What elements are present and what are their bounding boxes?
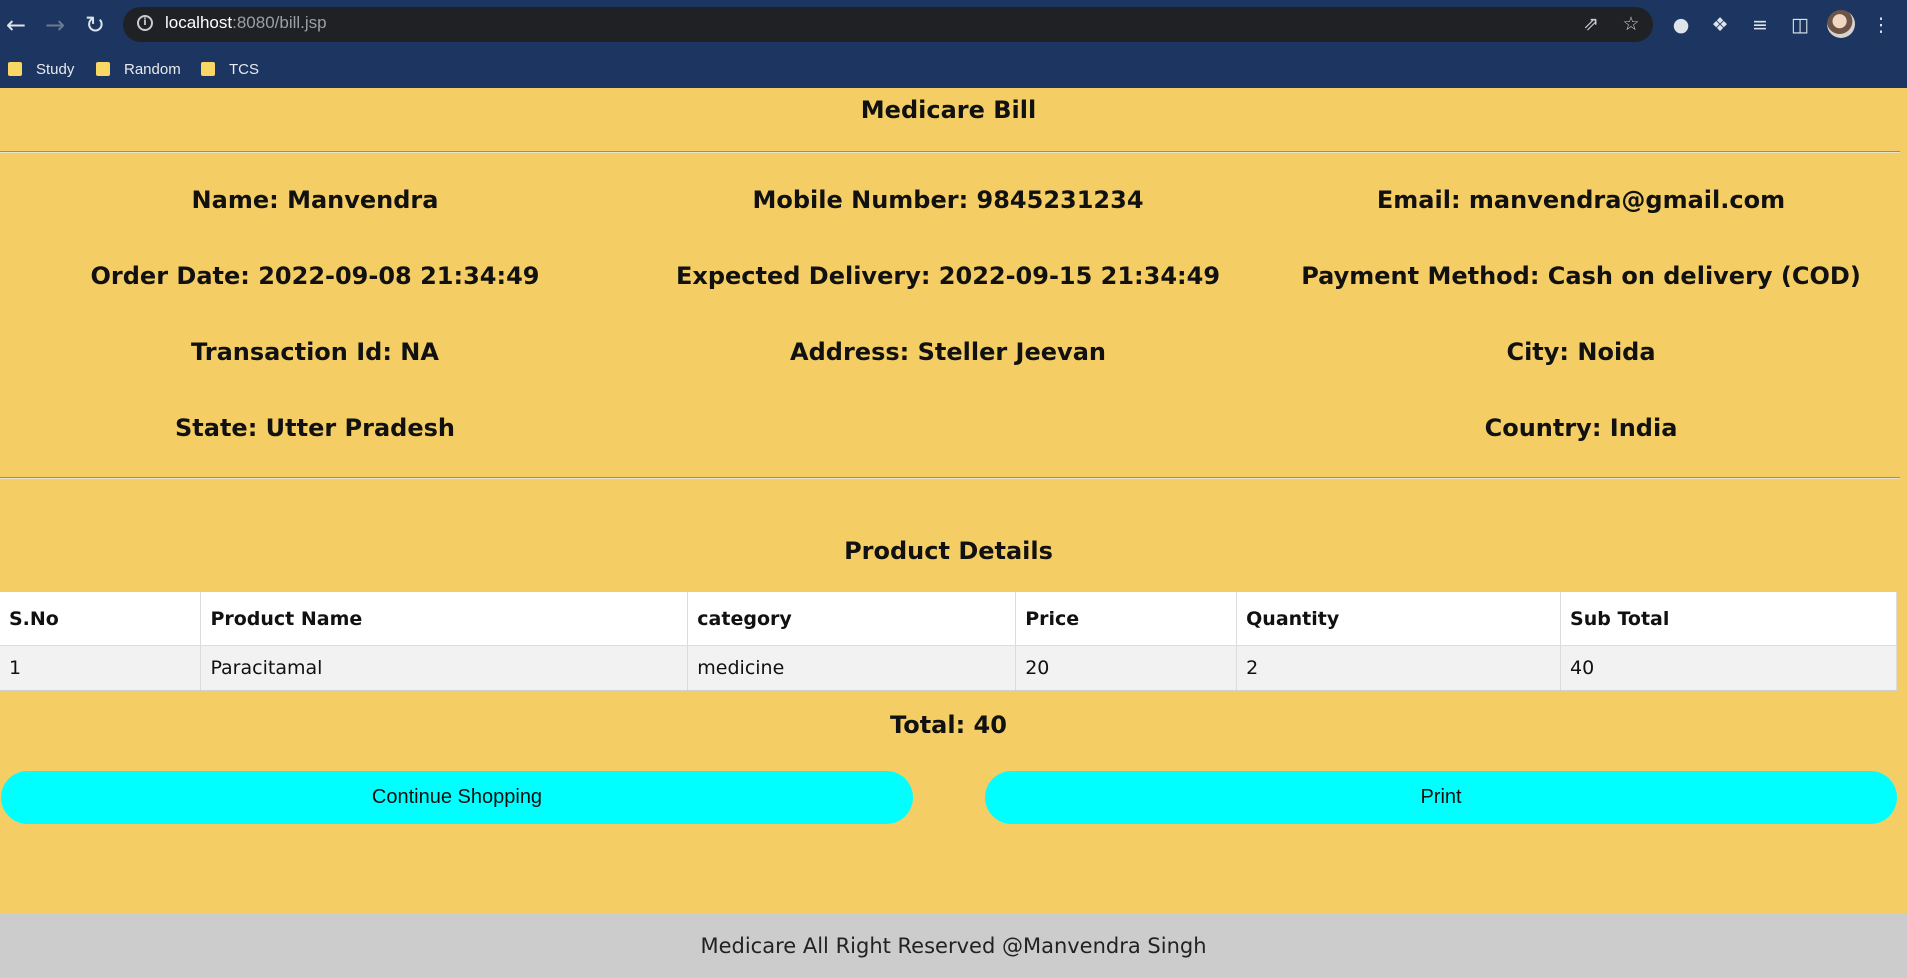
footer: Medicare All Right Reserved @Manvendra S…: [0, 914, 1907, 978]
city: City: Noida: [1506, 338, 1656, 366]
bookmark-star-icon[interactable]: ☆: [1619, 12, 1643, 36]
address-bar[interactable]: i localhost:8080/bill.jsp ⇗ ☆: [123, 7, 1653, 42]
state: State: Utter Pradesh: [174, 414, 455, 442]
reload-icon[interactable]: ↻: [82, 12, 108, 38]
puzzle-extensions-icon[interactable]: ❖: [1707, 12, 1733, 38]
back-arrow-icon[interactable]: ←: [3, 12, 29, 38]
table-header-row: S.No Product Name category Price Quantit…: [0, 592, 1897, 646]
cell-sno: 1: [0, 645, 202, 691]
bookmark-tcs[interactable]: TCS: [201, 59, 259, 79]
bookmark-random[interactable]: Random: [96, 59, 181, 79]
mobile-number: Mobile Number: 9845231234: [752, 186, 1144, 214]
folder-icon: [201, 62, 215, 76]
order-total: Total: 40: [890, 711, 1007, 739]
browser-toolbar: ← → ↻ i localhost:8080/bill.jsp ⇗ ☆ ● ❖ …: [0, 0, 1907, 50]
bookmarks-bar: Study Random TCS: [0, 50, 1907, 88]
extension-icon[interactable]: ●: [1668, 12, 1694, 38]
column-header: S.No: [0, 592, 202, 646]
folder-icon: [96, 62, 110, 76]
divider: [0, 477, 1900, 479]
menu-kebab-icon[interactable]: ⋮: [1868, 12, 1894, 38]
folder-icon: [8, 62, 22, 76]
url-text[interactable]: localhost:8080/bill.jsp: [165, 13, 327, 33]
payment-method: Payment Method: Cash on delivery (COD): [1301, 262, 1861, 290]
email: Email: manvendra@gmail.com: [1376, 186, 1786, 214]
print-button[interactable]: Print: [985, 771, 1897, 824]
order-date: Order Date: 2022-09-08 21:34:49: [90, 262, 540, 290]
product-details-title: Product Details: [844, 537, 1053, 565]
side-panel-icon[interactable]: ◫: [1787, 12, 1813, 38]
column-header: Product Name: [200, 592, 689, 646]
column-header: Price: [1015, 592, 1238, 646]
continue-shopping-button[interactable]: Continue Shopping: [1, 771, 913, 824]
media-queue-icon[interactable]: ≡: [1747, 12, 1773, 38]
products-table: S.No Product Name category Price Quantit…: [0, 592, 1897, 691]
cell-subtotal: 40: [1560, 645, 1897, 691]
bookmark-study[interactable]: Study: [8, 59, 74, 79]
country: Country: India: [1484, 414, 1678, 442]
column-header: Quantity: [1236, 592, 1562, 646]
share-icon[interactable]: ⇗: [1579, 12, 1603, 36]
divider: [0, 151, 1900, 153]
table-row: 1 Paracitamal medicine 20 2 40: [0, 645, 1897, 691]
cell-product-name: Paracitamal: [200, 645, 689, 691]
profile-avatar[interactable]: [1827, 10, 1855, 38]
site-info-icon[interactable]: i: [137, 15, 153, 31]
cell-category: medicine: [687, 645, 1017, 691]
transaction-id: Transaction Id: NA: [191, 338, 439, 366]
column-header: Sub Total: [1560, 592, 1897, 646]
customer-name: Name: Manvendra: [191, 186, 439, 214]
cell-price: 20: [1015, 645, 1238, 691]
page-title: Medicare Bill: [860, 96, 1037, 124]
expected-delivery: Expected Delivery: 2022-09-15 21:34:49: [675, 262, 1221, 290]
cell-quantity: 2: [1236, 645, 1562, 691]
column-header: category: [687, 592, 1017, 646]
address: Address: Steller Jeevan: [790, 338, 1106, 366]
forward-arrow-icon[interactable]: →: [42, 12, 68, 38]
